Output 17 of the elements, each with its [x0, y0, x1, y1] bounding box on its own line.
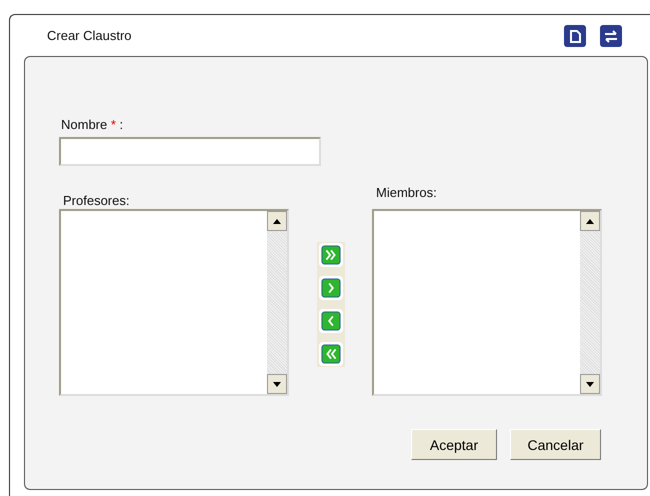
scroll-up-icon[interactable] [267, 211, 287, 231]
name-field[interactable] [59, 137, 321, 166]
cancel-button[interactable]: Cancelar [510, 429, 601, 460]
swap-icon[interactable] [600, 24, 622, 46]
list-label: Miembros: [376, 185, 438, 201]
name-label: Nombre * : [61, 117, 124, 133]
accept-button[interactable]: Aceptar [411, 429, 497, 460]
right-arrow-icon[interactable] [318, 276, 342, 300]
list-label: Profesores: [63, 193, 130, 209]
left-arrow-icon[interactable] [318, 309, 342, 333]
scroll-down-icon[interactable] [580, 374, 600, 394]
double-left-arrow-icon[interactable] [318, 342, 342, 366]
window-title: Crear Claustro [47, 28, 132, 43]
scroll-down-icon[interactable] [267, 374, 287, 394]
scroll-up-icon[interactable] [580, 211, 600, 231]
double-right-arrow-icon[interactable] [318, 243, 342, 267]
document-icon[interactable] [564, 24, 586, 46]
